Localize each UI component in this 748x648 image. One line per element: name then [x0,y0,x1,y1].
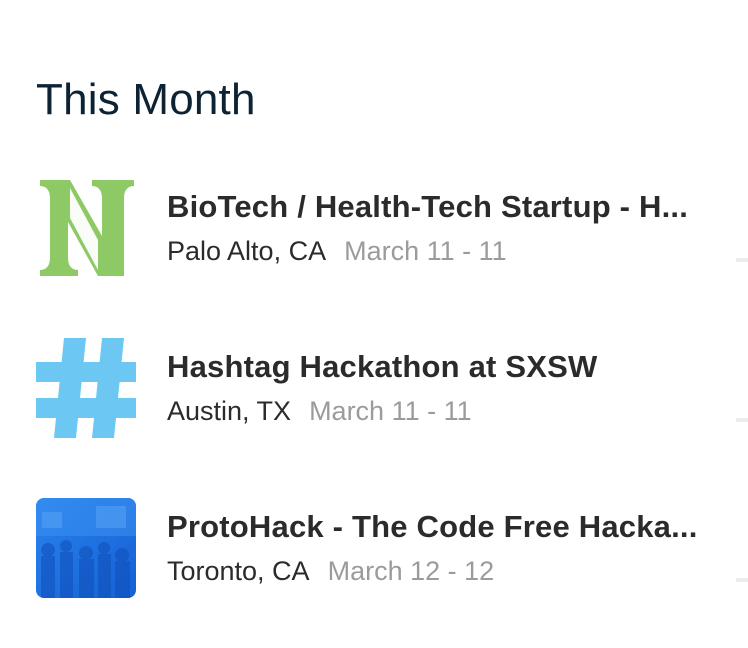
event-item-biotech[interactable]: BioTech / Health-Tech Startup - H... Pal… [36,178,726,278]
event-dates: March 12 - 12 [327,556,495,586]
event-location: Austin, TX [167,396,292,426]
event-item-protohack[interactable]: ProtoHack - The Code Free Hacka... Toron… [36,498,726,598]
edge-divider [736,578,748,582]
event-item-hashtag[interactable]: Hashtag Hackathon at SXSW Austin, TX Marc… [36,338,726,438]
event-location: Toronto, CA [167,556,310,586]
event-location: Palo Alto, CA [167,236,327,266]
hashtag-logo-icon [36,338,136,438]
event-dates: March 11 - 11 [344,236,507,266]
edge-divider [736,258,748,262]
event-name[interactable]: Hashtag Hackathon at SXSW [167,347,597,387]
crowd-photo-logo-icon [36,498,136,598]
section-title: This Month [36,75,256,124]
letter-n-logo-icon [36,178,136,278]
event-name[interactable]: ProtoHack - The Code Free Hacka... [167,507,698,547]
this-month-section: This Month BioTech / Health-Tech Startup… [0,0,748,648]
edge-divider [736,418,748,422]
event-name[interactable]: BioTech / Health-Tech Startup - H... [167,187,688,227]
event-dates: March 11 - 11 [309,396,472,426]
